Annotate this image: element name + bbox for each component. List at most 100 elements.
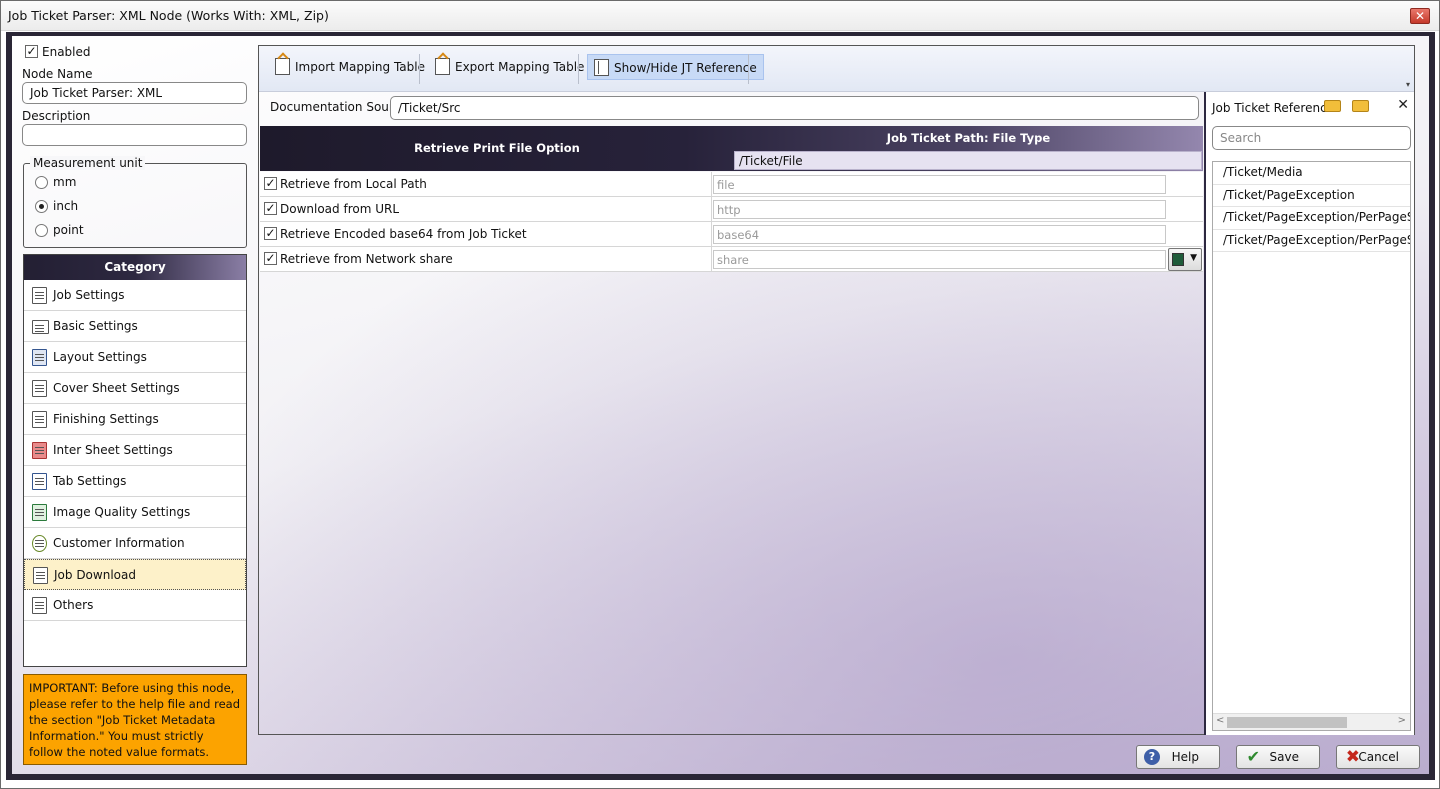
- image-quality-icon: [32, 504, 47, 521]
- category-item-cover-sheet-settings[interactable]: Cover Sheet Settings: [24, 373, 246, 404]
- title-bar: Job Ticket Parser: XML Node (Works With:…: [1, 1, 1439, 31]
- category-item-label: Basic Settings: [53, 319, 138, 333]
- main-panel: Import Mapping Table Export Mapping Tabl…: [258, 45, 1415, 735]
- row-checkbox[interactable]: ✓: [264, 227, 277, 240]
- cancel-x-icon: ✖: [1345, 747, 1360, 767]
- radio-point[interactable]: [35, 224, 48, 237]
- grid-body: ✓ Retrieve from Local Path file ✓ Downlo…: [260, 172, 1203, 272]
- list-item[interactable]: /Ticket/PageException/PerPageSetting: [1213, 230, 1410, 252]
- reference-close-icon[interactable]: ✕: [1397, 97, 1409, 113]
- document-icon: [32, 287, 47, 304]
- toolbar-separator: [748, 54, 749, 84]
- finishing-icon: [32, 411, 47, 428]
- chevron-down-icon: ▼: [1190, 253, 1197, 263]
- save-button[interactable]: ✔ Save: [1236, 745, 1320, 769]
- row-checkbox[interactable]: ✓: [264, 202, 277, 215]
- category-item-layout-settings[interactable]: Layout Settings: [24, 342, 246, 373]
- enabled-label: Enabled: [42, 45, 91, 59]
- tab-icon: [32, 473, 47, 490]
- toolbar: Import Mapping Table Export Mapping Tabl…: [259, 46, 1414, 92]
- row-label: Retrieve from Network share: [280, 252, 453, 266]
- radio-mm-label: mm: [53, 175, 77, 189]
- node-name-label: Node Name: [22, 67, 93, 81]
- list-icon: [32, 320, 49, 334]
- measurement-unit-group: Measurement unit mm inch point: [23, 156, 247, 248]
- row-value-field[interactable]: http: [713, 200, 1166, 219]
- scroll-right-icon[interactable]: >: [1398, 715, 1406, 726]
- checkmark-icon: ✔: [1246, 747, 1260, 766]
- category-item-label: Job Download: [54, 568, 136, 582]
- cover-sheet-icon: [32, 380, 47, 397]
- documentation-source-label: Documentation Source: [270, 100, 408, 114]
- row-value-field[interactable]: share: [713, 250, 1166, 269]
- export-mapping-table-button[interactable]: Export Mapping Table: [429, 54, 590, 80]
- category-item-inter-sheet-settings[interactable]: Inter Sheet Settings: [24, 435, 246, 466]
- category-item-customer-information[interactable]: Customer Information: [24, 528, 246, 559]
- list-item[interactable]: /Ticket/PageException: [1213, 185, 1410, 207]
- description-field[interactable]: [22, 124, 247, 146]
- category-item-finishing-settings[interactable]: Finishing Settings: [24, 404, 246, 435]
- row-label: Retrieve Encoded base64 from Job Ticket: [280, 227, 527, 241]
- customer-icon: [32, 535, 47, 552]
- row-label: Retrieve from Local Path: [280, 177, 427, 191]
- grid-header-retrieve-option: Retrieve Print File Option: [414, 141, 580, 155]
- measurement-unit-legend: Measurement unit: [30, 156, 146, 170]
- help-icon: ?: [1144, 749, 1160, 765]
- list-item[interactable]: /Ticket/Media: [1213, 162, 1410, 185]
- reference-search-input[interactable]: Search: [1212, 126, 1411, 150]
- category-item-label: Cover Sheet Settings: [53, 381, 180, 395]
- showhide-label: Show/Hide JT Reference: [614, 61, 757, 75]
- network-share-icon: [1172, 253, 1184, 266]
- row-checkbox[interactable]: ✓: [264, 252, 277, 265]
- enabled-checkbox[interactable]: ✓: [25, 45, 38, 58]
- import-icon: [275, 58, 290, 75]
- file-type-path-field[interactable]: /Ticket/File: [734, 151, 1202, 170]
- list-item[interactable]: /Ticket/PageException/PerPageSetting: [1213, 207, 1410, 230]
- category-item-basic-settings[interactable]: Basic Settings: [24, 311, 246, 342]
- documentation-source-field[interactable]: /Ticket/Src: [390, 96, 1199, 120]
- help-label: Help: [1171, 750, 1199, 764]
- node-name-field[interactable]: Job Ticket Parser: XML: [22, 82, 247, 104]
- grid-header-file-type: Job Ticket Path: File Type: [886, 131, 1051, 145]
- radio-mm[interactable]: [35, 176, 48, 189]
- reference-title: Job Ticket Reference: [1212, 101, 1335, 115]
- radio-inch[interactable]: [35, 200, 48, 213]
- save-label: Save: [1269, 750, 1299, 764]
- important-note: IMPORTANT: Before using this node, pleas…: [23, 674, 247, 765]
- show-hide-jt-reference-button[interactable]: Show/Hide JT Reference: [587, 54, 764, 80]
- category-item-others[interactable]: Others: [24, 590, 246, 621]
- category-item-label: Job Settings: [53, 288, 125, 302]
- category-item-image-quality-settings[interactable]: Image Quality Settings: [24, 497, 246, 528]
- job-download-icon: [33, 567, 48, 584]
- dialog-client-area: ✓ Enabled Node Name Job Ticket Parser: X…: [6, 32, 1435, 780]
- column-divider: [711, 172, 712, 197]
- category-item-label: Layout Settings: [53, 350, 147, 364]
- network-share-picker-button[interactable]: ▼: [1168, 248, 1202, 271]
- cancel-button[interactable]: ✖ Cancel: [1336, 745, 1420, 769]
- radio-inch-label: inch: [53, 199, 79, 213]
- category-item-job-settings[interactable]: Job Settings: [24, 280, 246, 311]
- job-ticket-reference-panel: Job Ticket Reference ✕ Search /Ticket/Me…: [1204, 92, 1414, 735]
- open-folder-icon[interactable]: [1324, 100, 1341, 112]
- help-button[interactable]: ? Help: [1136, 745, 1220, 769]
- category-item-tab-settings[interactable]: Tab Settings: [24, 466, 246, 497]
- category-item-label: Image Quality Settings: [53, 505, 191, 519]
- description-label: Description: [22, 109, 91, 123]
- row-value-field[interactable]: base64: [713, 225, 1166, 244]
- row-value-field[interactable]: file: [713, 175, 1166, 194]
- window-title: Job Ticket Parser: XML Node (Works With:…: [8, 8, 329, 23]
- toolbar-separator: [419, 54, 420, 84]
- horizontal-scrollbar[interactable]: < >: [1213, 713, 1410, 730]
- scroll-left-icon[interactable]: <: [1216, 715, 1224, 726]
- category-item-label: Customer Information: [53, 536, 185, 550]
- row-checkbox[interactable]: ✓: [264, 177, 277, 190]
- category-item-job-download[interactable]: Job Download: [24, 559, 246, 590]
- clear-folder-icon[interactable]: [1352, 100, 1369, 112]
- toolbar-overflow-icon[interactable]: ▾: [1406, 80, 1410, 89]
- window-close-button[interactable]: ✕: [1410, 8, 1430, 24]
- others-icon: [32, 597, 47, 614]
- import-mapping-table-button[interactable]: Import Mapping Table: [269, 54, 431, 80]
- category-item-label: Finishing Settings: [53, 412, 159, 426]
- import-label: Import Mapping Table: [295, 60, 425, 74]
- scrollbar-thumb[interactable]: [1227, 717, 1347, 728]
